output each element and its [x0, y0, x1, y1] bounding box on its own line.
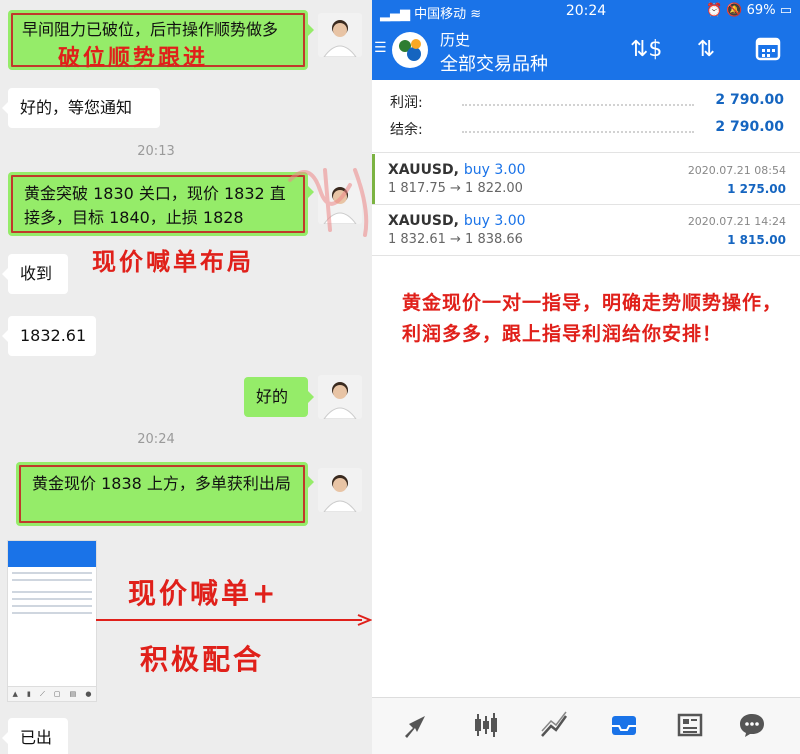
- chat-bubble-icon[interactable]: [732, 710, 772, 742]
- chat-message-outgoing[interactable]: 黄金突破 1830 关口，现价 1832 直接多，目标 1840，止损 1828: [8, 172, 314, 236]
- chat-message-incoming[interactable]: 已出: [2, 718, 68, 754]
- message-text: 1832.61: [20, 326, 87, 345]
- calendar-icon[interactable]: [752, 34, 784, 66]
- trade-date: 2020.07.21 08:54: [687, 164, 786, 177]
- thumbnail-header: [8, 541, 96, 567]
- annotation-breakout-follow: 破位顺势跟进: [58, 45, 209, 71]
- app-header: ☰ 历史 全部交易品种 ⇅$ ⇅: [372, 24, 800, 80]
- trade-arrow-icon[interactable]: [396, 710, 436, 742]
- message-text: 已出: [20, 728, 53, 747]
- chat-message-outgoing[interactable]: 好的: [244, 377, 314, 417]
- trading-app-panel: ▂▄▆ 中国移动 ≋ 20:24 ⏰ 🔕 69% ▭ ☰ 历史 全部交易品种 ⇅…: [372, 0, 800, 754]
- metatrader-logo-icon[interactable]: [392, 32, 428, 68]
- annotation-spot-call-plus: 现价喊单+: [128, 577, 279, 610]
- alarm-icon: ⏰: [706, 3, 723, 18]
- chat-panel: 早间阻力已破位，后市操作顺势做多 破位顺势跟进 好的，等您通知 20:13 黄金…: [0, 0, 372, 754]
- balance-row: 结余: 2 790.00: [390, 119, 784, 143]
- symbol-filter[interactable]: 全部交易品种: [440, 50, 548, 76]
- battery-label: 69%: [746, 3, 776, 18]
- signature-watermark: [288, 168, 369, 237]
- dollar-exchange-icon[interactable]: ⇅$: [630, 34, 662, 66]
- screenshot-thumbnail[interactable]: ▲ ▮ ⟋ ▢ ▤ ●: [7, 540, 97, 702]
- menu-icon[interactable]: ☰: [374, 40, 387, 56]
- avatar[interactable]: [318, 468, 362, 512]
- chat-timestamp: 20:24: [137, 432, 175, 447]
- trade-date: 2020.07.21 14:24: [687, 215, 786, 228]
- trade-prices: 1 817.75 → 1 822.00: [388, 181, 523, 196]
- line-chart-icon[interactable]: [534, 710, 574, 742]
- profit-value: 2 790.00: [715, 92, 784, 108]
- profit-label: 利润:: [390, 95, 423, 111]
- promo-text: 黄金现价一对一指导，明确走势顺势操作，利润多多，跟上指导利润给你安排！: [402, 292, 783, 345]
- thumbnail-tabbar: ▲ ▮ ⟋ ▢ ▤ ●: [8, 686, 96, 701]
- chat-timestamp: 20:13: [137, 144, 175, 159]
- account-summary: 利润: 2 790.00 结余: 2 790.00: [372, 80, 800, 153]
- balance-label: 结余:: [390, 122, 423, 138]
- annotation-active-cooperation: 积极配合: [140, 643, 265, 676]
- message-text: 黄金现价 1838 上方，多单获利出局: [32, 474, 291, 493]
- trade-profit: 1 815.00: [727, 233, 786, 247]
- trade-row[interactable]: XAUUSD, buy 3.00 1 817.75 → 1 822.00 202…: [372, 154, 800, 205]
- chat-message-incoming[interactable]: 好的，等您通知: [2, 88, 160, 128]
- message-text: 收到: [20, 264, 53, 283]
- trade-symbol: XAUUSD,: [388, 162, 459, 178]
- profit-row: 利润: 2 790.00: [390, 92, 784, 116]
- status-bar: ▂▄▆ 中国移动 ≋ 20:24 ⏰ 🔕 69% ▭: [372, 0, 800, 24]
- message-text: 黄金突破 1830 关口，现价 1832 直接多，目标 1840，止损 1828: [24, 184, 286, 227]
- page-title: 历史: [440, 31, 471, 49]
- trade-direction: buy 3.00: [463, 162, 526, 178]
- mute-icon: 🔕: [726, 3, 743, 18]
- message-text: 好的: [256, 387, 289, 406]
- chat-message-outgoing[interactable]: 黄金现价 1838 上方，多单获利出局: [16, 462, 314, 526]
- message-text: 好的，等您通知: [20, 98, 133, 117]
- news-icon[interactable]: [670, 710, 710, 742]
- chat-message-incoming[interactable]: 1832.61: [2, 316, 96, 356]
- arrow-right-icon: [96, 614, 372, 626]
- avatar[interactable]: [318, 375, 362, 419]
- bottom-tab-bar: [372, 697, 800, 754]
- trade-prices: 1 832.61 → 1 838.66: [388, 232, 523, 247]
- battery-icon: ▭: [779, 3, 792, 18]
- annotation-spot-call: 现价喊单布局: [92, 247, 254, 276]
- trade-profit: 1 275.00: [727, 182, 786, 196]
- avatar[interactable]: [318, 13, 362, 57]
- trade-row[interactable]: XAUUSD, buy 3.00 1 832.61 → 1 838.66 202…: [372, 205, 800, 256]
- sort-icon[interactable]: ⇅: [690, 34, 722, 66]
- trade-symbol: XAUUSD,: [388, 213, 459, 229]
- inbox-icon[interactable]: [604, 710, 644, 742]
- candlestick-icon[interactable]: [466, 710, 506, 742]
- trade-direction: buy 3.00: [463, 213, 526, 229]
- balance-value: 2 790.00: [715, 119, 784, 135]
- message-text: 早间阻力已破位，后市操作顺势做多: [22, 20, 279, 39]
- chat-message-incoming[interactable]: 收到: [2, 254, 68, 294]
